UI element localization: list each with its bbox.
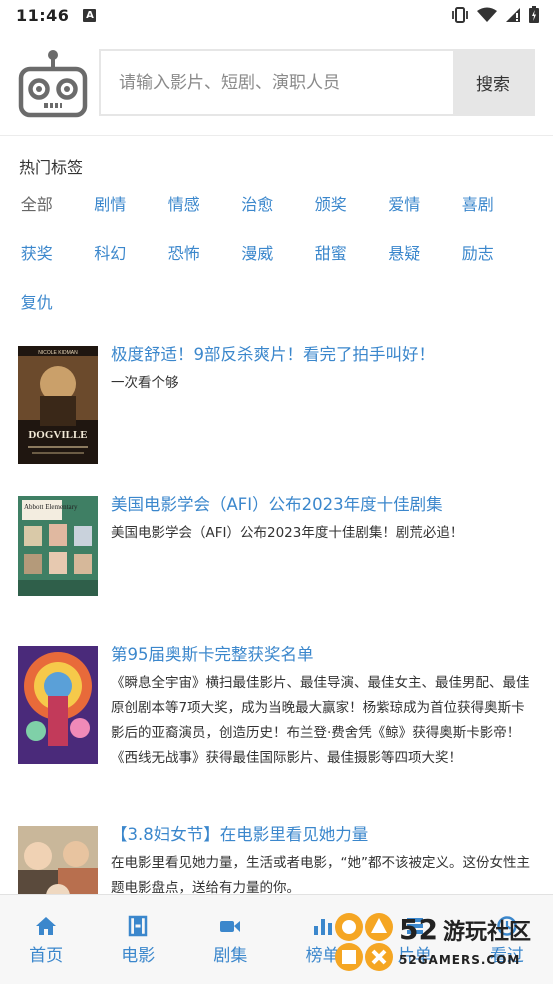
poster-top-text: NICOLE KIDMAN: [38, 350, 78, 356]
article-description: 一次看个够: [111, 375, 179, 391]
bar-chart-icon: [313, 919, 332, 935]
notification-icon: A: [83, 8, 97, 22]
film-icon: [129, 915, 148, 937]
signal-icon: [506, 7, 520, 22]
watermark-domain: 52GAMERS.COM: [399, 953, 520, 967]
nav-label: 剧集: [213, 946, 248, 966]
tag-item[interactable]: 漫威: [221, 241, 295, 290]
nav-series[interactable]: 剧集: [184, 895, 276, 984]
article-title[interactable]: 第95届奥斯卡完整获奖名单: [111, 644, 537, 666]
status-time: 11:46: [16, 5, 70, 25]
article-description: 美国电影学会（AFI）公布2023年度十佳剧集！剧荒必追！: [111, 525, 464, 541]
article-title[interactable]: 【3.8妇女节】在电影里看见她力量: [111, 824, 537, 846]
poster-thumbnail: [18, 646, 98, 764]
tag-item[interactable]: 恐怖: [147, 241, 221, 290]
article-title[interactable]: 极度舒适！9部反杀爽片！看完了拍手叫好！: [111, 344, 537, 366]
tag-item[interactable]: 甜蜜: [294, 241, 368, 290]
nav-label: 电影: [121, 946, 156, 966]
battery-icon: [529, 6, 539, 23]
tag-item[interactable]: 爱情: [368, 192, 442, 241]
header: 搜索: [0, 30, 553, 136]
tag-item[interactable]: 励志: [441, 241, 515, 290]
tag-item[interactable]: 剧情: [74, 192, 148, 241]
poster-title-text: DOGVILLE: [28, 429, 87, 441]
article-list: NICOLE KIDMAN DOGVILLE 极度舒适！9部反杀爽片！看完了拍手…: [0, 344, 553, 976]
poster-thumbnail: NICOLE KIDMAN DOGVILLE: [18, 346, 98, 464]
52gamers-watermark-logo: 52 游玩社区 52GAMERS.COM: [335, 913, 531, 971]
status-icons: [451, 6, 539, 23]
home-icon: [36, 917, 57, 935]
article-title[interactable]: 美国电影学会（AFI）公布2023年度十佳剧集: [111, 494, 537, 516]
tag-item[interactable]: 获奖: [0, 241, 74, 290]
search-button[interactable]: 搜索: [453, 51, 533, 114]
tag-all[interactable]: 全部: [0, 192, 74, 241]
tag-list: 全部 剧情 情感 治愈 颁奖 爱情 喜剧 获奖 科幻 恐怖 漫威 甜蜜 悬疑 励…: [0, 192, 553, 339]
nav-movies[interactable]: 电影: [92, 895, 184, 984]
tag-item[interactable]: 喜剧: [441, 192, 515, 241]
article-item[interactable]: 第95届奥斯卡完整获奖名单 《瞬息全宇宙》横扫最佳影片、最佳导演、最佳女主、最佳…: [0, 644, 553, 826]
search-box: 搜索: [99, 49, 535, 116]
robot-logo-icon: [18, 49, 88, 117]
article-description: 《瞬息全宇宙》横扫最佳影片、最佳导演、最佳女主、最佳男配、最佳原创剧本等7项大奖…: [111, 675, 530, 766]
poster-thumbnail: Abbott Elementary: [18, 496, 98, 596]
status-bar: 11:46 A: [0, 0, 553, 30]
wifi-icon: [477, 7, 497, 22]
article-item[interactable]: Abbott Elementary 美国电影学会（AFI）公布2023年度十佳剧…: [0, 494, 553, 646]
watermark-text: 游玩社区: [443, 919, 531, 945]
tag-item[interactable]: 情感: [147, 192, 221, 241]
tag-item[interactable]: 悬疑: [368, 241, 442, 290]
tag-item[interactable]: 科幻: [74, 241, 148, 290]
tag-item[interactable]: 复仇: [0, 290, 74, 339]
poster-title-text: Abbott Elementary: [24, 503, 78, 511]
watermark-number: 52: [399, 913, 438, 946]
tag-item[interactable]: 治愈: [221, 192, 295, 241]
nav-home[interactable]: 首页: [0, 895, 92, 984]
article-item[interactable]: NICOLE KIDMAN DOGVILLE 极度舒适！9部反杀爽片！看完了拍手…: [0, 344, 553, 496]
tags-section-title: 热门标签: [19, 158, 84, 177]
nav-label: 首页: [29, 946, 64, 966]
search-input[interactable]: [101, 51, 453, 114]
tag-item[interactable]: 颁奖: [294, 192, 368, 241]
vibrate-icon: [452, 6, 468, 23]
video-camera-icon: [220, 921, 241, 932]
